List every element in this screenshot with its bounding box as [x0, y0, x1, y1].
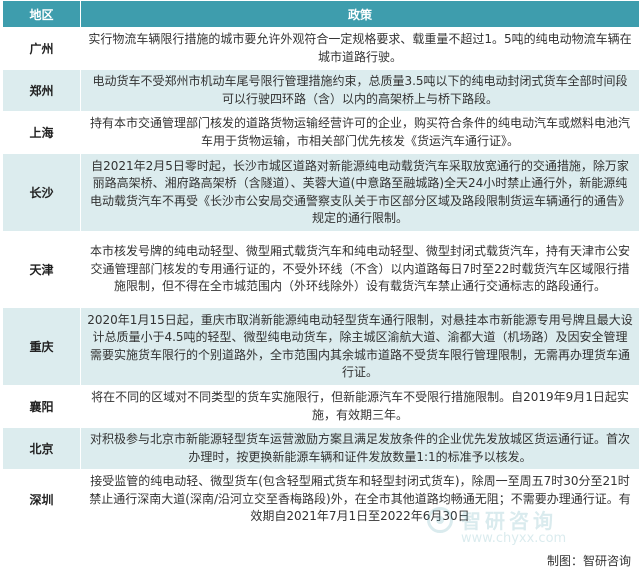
table-header-row: 地区 政策: [2, 0, 640, 28]
policy-cell: 对积极参与北京市新能源轻型货车运营激励方案且满足发放条件的企业优先发放城区货运通…: [80, 427, 640, 470]
table-row: 北京 对积极参与北京市新能源轻型货车运营激励方案且满足发放条件的企业优先发放城区…: [2, 427, 640, 470]
table-row: 深圳 接受监管的纯电动轻、微型货车(包含轻型厢式货车和轻型封闭式货车)，除周一至…: [2, 469, 640, 530]
policy-table: 地区 政策 广州 实行物流车辆限行措施的城市要允许外观符合一定规格要求、载重量不…: [2, 0, 640, 530]
column-header-policy: 政策: [80, 0, 640, 28]
table-row: 天津 本市核发号牌的纯电动轻型、微型厢式载货汽车和纯电动轻型、微型封闭式载货汽车…: [2, 231, 640, 308]
region-cell: 上海: [2, 111, 81, 154]
region-cell: 广州: [2, 27, 81, 70]
watermark-site: www.chyxx.com: [461, 531, 567, 546]
source-credit: 制图：智研咨询: [546, 554, 631, 568]
table-row: 长沙 自2021年2月5日零时起，长沙市城区道路对新能源纯电动载货汽车采取放宽通…: [2, 153, 640, 232]
policy-cell: 自2021年2月5日零时起，长沙市城区道路对新能源纯电动载货汽车采取放宽通行的交…: [80, 153, 640, 232]
policy-cell: 2020年1月15日起，重庆市取消新能源纯电动轻型货车通行限制，对悬挂本市新能源…: [80, 307, 640, 386]
policy-cell: 持有本市交通管理部门核发的道路货物运输经营许可的企业，购买符合条件的纯电动汽车或…: [80, 111, 640, 154]
policy-cell: 本市核发号牌的纯电动轻型、微型厢式载货汽车和纯电动轻型、微型封闭式载货汽车，持有…: [80, 231, 640, 308]
table-row: 郑州 电动货车不受郑州市机动车尾号限行管理措施约束，总质量3.5吨以下的纯电动封…: [2, 69, 640, 112]
policy-cell: 电动货车不受郑州市机动车尾号限行管理措施约束，总质量3.5吨以下的纯电动封闭式货…: [80, 69, 640, 112]
region-cell: 襄阳: [2, 385, 81, 428]
region-cell: 郑州: [2, 69, 81, 112]
footer: 制图：智研咨询: [0, 549, 641, 572]
policy-cell: 将在不同的区域对不同类型的货车实施限行，但新能源汽车不受限行措施限制。自2019…: [80, 385, 640, 428]
region-cell: 长沙: [2, 153, 81, 232]
policy-cell: 实行物流车辆限行措施的城市要允许外观符合一定规格要求、载重量不超过1。5吨的纯电…: [80, 27, 640, 70]
column-header-region: 地区: [2, 0, 81, 28]
region-cell: 天津: [2, 231, 81, 308]
region-cell: 深圳: [2, 469, 81, 530]
policy-table-page: 地区 政策 广州 实行物流车辆限行措施的城市要允许外观符合一定规格要求、载重量不…: [0, 0, 641, 572]
table-row: 广州 实行物流车辆限行措施的城市要允许外观符合一定规格要求、载重量不超过1。5吨…: [2, 27, 640, 70]
table-row: 上海 持有本市交通管理部门核发的道路货物运输经营许可的企业，购买符合条件的纯电动…: [2, 111, 640, 154]
region-cell: 重庆: [2, 307, 81, 386]
policy-cell: 接受监管的纯电动轻、微型货车(包含轻型厢式货车和轻型封闭式货车)，除周一至周五7…: [80, 469, 640, 530]
table-row: 重庆 2020年1月15日起，重庆市取消新能源纯电动轻型货车通行限制，对悬挂本市…: [2, 307, 640, 386]
region-cell: 北京: [2, 427, 81, 470]
table-row: 襄阳 将在不同的区域对不同类型的货车实施限行，但新能源汽车不受限行措施限制。自2…: [2, 385, 640, 428]
